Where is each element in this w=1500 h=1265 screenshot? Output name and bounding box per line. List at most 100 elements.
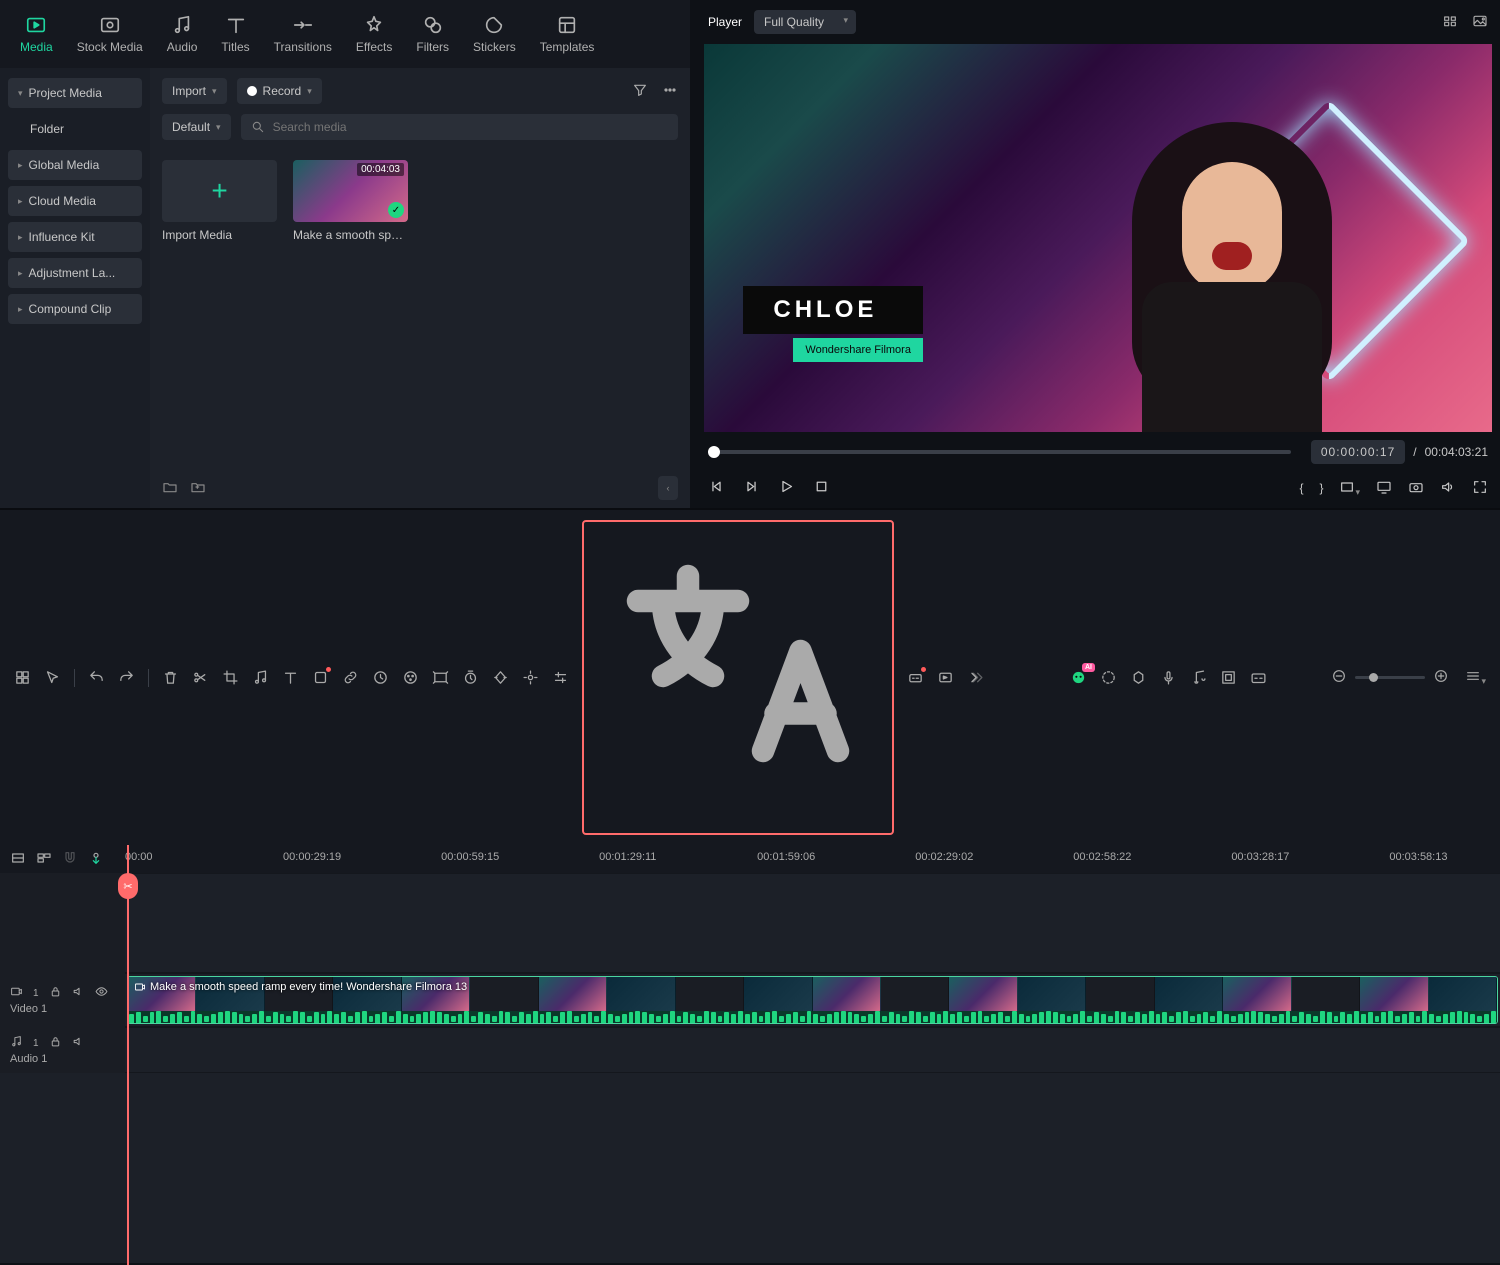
more-icon[interactable] bbox=[662, 82, 678, 101]
zoom-in-button[interactable] bbox=[1433, 668, 1449, 687]
duration-button[interactable] bbox=[462, 669, 479, 686]
speed-button[interactable] bbox=[372, 669, 389, 686]
video-clip[interactable]: Make a smooth speed ramp every time! Won… bbox=[127, 976, 1498, 1024]
marker-button[interactable] bbox=[1130, 669, 1147, 686]
grid-view-icon[interactable] bbox=[1442, 13, 1458, 32]
subtitle-button[interactable] bbox=[907, 669, 924, 686]
ai-assistant-button[interactable] bbox=[1070, 669, 1087, 686]
import-dropdown[interactable]: Import▾ bbox=[162, 78, 227, 104]
camera-button[interactable] bbox=[1408, 479, 1424, 498]
time-separator: / bbox=[1413, 445, 1416, 459]
mask-button[interactable] bbox=[312, 669, 329, 686]
sidebar-item-influence-kit[interactable]: ▸Influence Kit bbox=[8, 222, 142, 252]
player-tab[interactable]: Player bbox=[708, 15, 742, 29]
adjust-button[interactable] bbox=[552, 669, 569, 686]
layout-icon[interactable] bbox=[14, 669, 31, 686]
prev-frame-button[interactable] bbox=[708, 478, 725, 498]
record-voiceover-button[interactable] bbox=[937, 669, 954, 686]
keyframe-button[interactable] bbox=[492, 669, 509, 686]
crop-button[interactable] bbox=[222, 669, 239, 686]
mark-out-button[interactable]: } bbox=[1319, 481, 1323, 495]
mic-button[interactable] bbox=[1160, 669, 1177, 686]
search-box[interactable] bbox=[241, 114, 678, 140]
sidebar-item-compound-clip[interactable]: ▸Compound Clip bbox=[8, 294, 142, 324]
mute-icon[interactable] bbox=[72, 1035, 85, 1051]
media-clip-tile[interactable]: 00:04:03✓ Make a smooth speed... bbox=[293, 160, 408, 242]
search-input[interactable] bbox=[273, 120, 668, 134]
record-dropdown[interactable]: Record▾ bbox=[237, 78, 322, 104]
track-manage-icon[interactable] bbox=[36, 850, 52, 869]
collapse-sidebar-button[interactable]: ‹ bbox=[658, 476, 678, 500]
zoom-out-button[interactable] bbox=[1331, 668, 1347, 687]
tab-effects[interactable]: Effects bbox=[344, 6, 404, 62]
magnet-icon[interactable] bbox=[62, 850, 78, 869]
stop-button[interactable] bbox=[813, 478, 830, 498]
timeline-view-button[interactable]: ▾ bbox=[1465, 668, 1486, 687]
lock-icon[interactable] bbox=[49, 1035, 62, 1051]
new-folder-icon[interactable] bbox=[162, 479, 178, 498]
preview-viewport[interactable]: CHLOE Wondershare Filmora bbox=[704, 44, 1492, 432]
tab-transitions[interactable]: Transitions bbox=[262, 6, 344, 62]
motion-tracking-button[interactable] bbox=[522, 669, 539, 686]
undo-button[interactable] bbox=[88, 669, 105, 686]
delete-button[interactable] bbox=[162, 669, 179, 686]
color-button[interactable] bbox=[402, 669, 419, 686]
sort-dropdown[interactable]: Default▾ bbox=[162, 114, 231, 140]
next-frame-button[interactable] bbox=[743, 478, 760, 498]
fullscreen-button[interactable] bbox=[1472, 479, 1488, 498]
media-browser: Import▾ Record▾ Default▾ bbox=[150, 68, 690, 508]
render-preview-button[interactable] bbox=[1100, 669, 1117, 686]
check-icon: ✓ bbox=[388, 202, 404, 218]
caption-button[interactable] bbox=[1250, 669, 1267, 686]
tab-audio[interactable]: Audio bbox=[155, 6, 210, 62]
visibility-icon[interactable] bbox=[95, 985, 108, 1001]
green-screen-button[interactable] bbox=[432, 669, 449, 686]
tab-media[interactable]: Media bbox=[8, 6, 65, 62]
top-tabs: Media Stock Media Audio Titles Transitio… bbox=[0, 0, 690, 68]
timeline-ruler[interactable]: 00:0000:00:29:1900:00:59:1500:01:29:1100… bbox=[125, 845, 1500, 873]
tab-titles[interactable]: Titles bbox=[209, 6, 261, 62]
filter-icon[interactable] bbox=[632, 82, 648, 101]
aspect-ratio-button[interactable]: ▾ bbox=[1339, 479, 1360, 498]
sidebar-item-project-media[interactable]: ▾Project Media bbox=[8, 78, 142, 108]
auto-reframe-button[interactable] bbox=[1220, 669, 1237, 686]
select-tool-icon[interactable] bbox=[44, 669, 61, 686]
zoom-slider[interactable] bbox=[1355, 676, 1425, 679]
auto-ripple-icon[interactable] bbox=[88, 850, 104, 869]
volume-button[interactable] bbox=[1440, 479, 1456, 498]
sidebar-item-global-media[interactable]: ▸Global Media bbox=[8, 150, 142, 180]
ai-translate-button[interactable] bbox=[582, 520, 894, 835]
record-icon bbox=[247, 86, 257, 96]
scrubber[interactable] bbox=[708, 450, 1291, 454]
sidebar-item-adjustment-layer[interactable]: ▸Adjustment La... bbox=[8, 258, 142, 288]
text-button[interactable] bbox=[282, 669, 299, 686]
search-icon bbox=[251, 120, 265, 134]
quality-dropdown[interactable]: Full Quality▾ bbox=[754, 10, 856, 34]
audio-mixer-button[interactable] bbox=[1190, 669, 1207, 686]
track-add-icon[interactable] bbox=[10, 850, 26, 869]
split-button[interactable] bbox=[192, 669, 209, 686]
redo-button[interactable] bbox=[118, 669, 135, 686]
new-bin-icon[interactable] bbox=[190, 479, 206, 498]
sidebar-item-cloud-media[interactable]: ▸Cloud Media bbox=[8, 186, 142, 216]
video-track-head[interactable]: 1 Video 1 bbox=[0, 973, 125, 1027]
import-media-tile[interactable]: + Import Media bbox=[162, 160, 277, 242]
link-button[interactable] bbox=[342, 669, 359, 686]
sidebar-item-folder[interactable]: Folder bbox=[8, 114, 142, 144]
mute-icon[interactable] bbox=[72, 985, 85, 1001]
display-button[interactable] bbox=[1376, 479, 1392, 498]
play-button[interactable] bbox=[778, 478, 795, 498]
tab-stock-media[interactable]: Stock Media bbox=[65, 6, 155, 62]
audio-edit-icon[interactable] bbox=[252, 669, 269, 686]
media-panel: Media Stock Media Audio Titles Transitio… bbox=[0, 0, 690, 508]
audio-track-head[interactable]: 1 Audio 1 bbox=[0, 1027, 125, 1073]
lock-icon[interactable] bbox=[49, 985, 62, 1001]
snapshot-icon[interactable] bbox=[1472, 13, 1488, 32]
tab-filters[interactable]: Filters bbox=[404, 6, 461, 62]
tab-stickers[interactable]: Stickers bbox=[461, 6, 528, 62]
mark-in-button[interactable]: { bbox=[1299, 481, 1303, 495]
more-tools-button[interactable] bbox=[967, 669, 984, 686]
tab-templates[interactable]: Templates bbox=[528, 6, 607, 62]
total-time: 00:04:03:21 bbox=[1425, 445, 1488, 459]
import-media-label: Import Media bbox=[162, 228, 277, 242]
